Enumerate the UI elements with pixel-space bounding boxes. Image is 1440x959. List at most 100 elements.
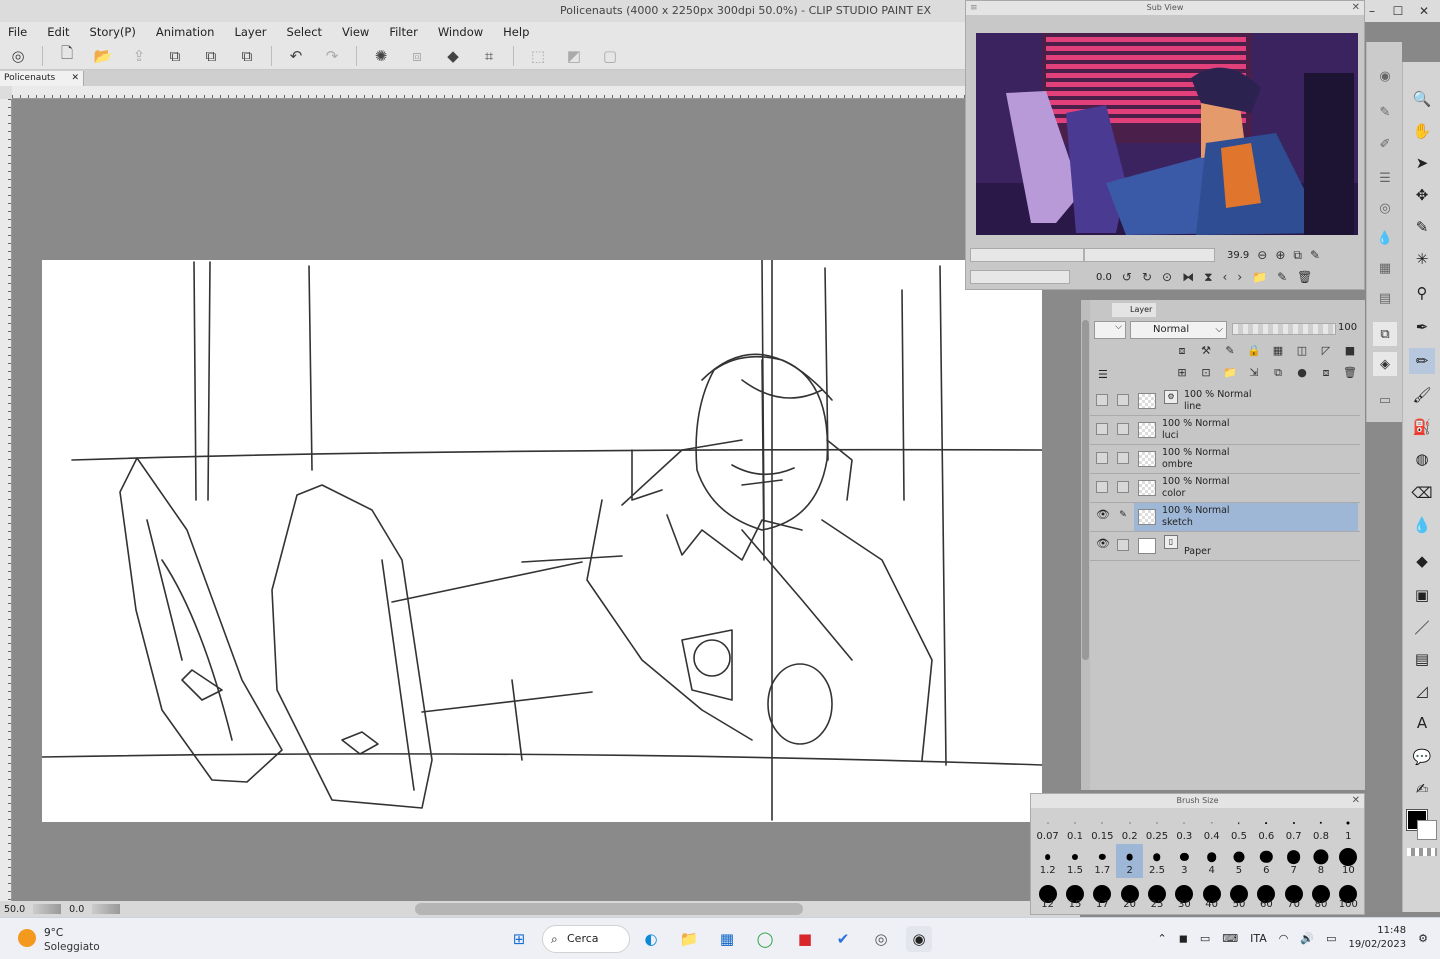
invert-selection-icon[interactable]: ◩	[562, 45, 586, 67]
airbrush-tool-icon[interactable]: ⛽	[1409, 414, 1435, 440]
brush-size-option[interactable]: 4	[1198, 844, 1225, 878]
mask-icon[interactable]: ◫	[1293, 344, 1311, 362]
search-box[interactable]: ⌕ Cerca	[542, 925, 630, 953]
maximize-icon[interactable]: ☐	[1390, 4, 1406, 18]
save-icon[interactable]: ⇪	[127, 45, 151, 67]
brush-size-option[interactable]: 1.2	[1034, 844, 1061, 878]
wifi-icon[interactable]: ◠	[1279, 932, 1289, 945]
zoom-out-icon[interactable]: ⊖	[1257, 248, 1267, 262]
edit-toggle[interactable]	[1117, 423, 1129, 435]
undo-icon[interactable]: ↶	[284, 45, 308, 67]
layer-color-icon[interactable]: ■	[1341, 344, 1359, 362]
fill-tool-icon[interactable]: ◆	[1409, 548, 1435, 574]
pen-edit-icon[interactable]: ✎	[1117, 510, 1129, 522]
background-color[interactable]	[1417, 820, 1437, 840]
previous-icon[interactable]: ‹	[1223, 270, 1228, 284]
reference-layer-icon[interactable]: ⚒	[1197, 344, 1215, 362]
store-icon[interactable]: ▦	[714, 926, 740, 952]
rotation-slider[interactable]	[92, 904, 121, 914]
transfer-down-icon[interactable]: ⇲	[1245, 366, 1263, 384]
layer-row-ombre[interactable]: 100 % Normal ombre	[1090, 445, 1360, 474]
language-indicator[interactable]: ITA	[1250, 932, 1267, 945]
navigator-icon[interactable]: ◉	[1373, 64, 1397, 88]
new-file-icon[interactable]: 🗋	[55, 44, 79, 67]
ruler-icon[interactable]: ◸	[1317, 344, 1335, 362]
close-tab-icon[interactable]: ✕	[71, 71, 79, 86]
notification-icon[interactable]: ⚙	[1418, 932, 1428, 945]
brush-size-header[interactable]: Brush Size ✕	[1031, 794, 1364, 808]
horizontal-scrollbar[interactable]	[415, 903, 803, 915]
battery-icon[interactable]: ▭	[1326, 932, 1336, 945]
sub-view-zoom-value[interactable]: 39.9	[1227, 250, 1249, 261]
menu-story[interactable]: Story(P)	[90, 25, 136, 39]
opacity-slider[interactable]	[1232, 323, 1336, 335]
brush-size-option[interactable]: 2.5	[1143, 844, 1170, 878]
tool-property-icon[interactable]: ✎	[1373, 100, 1397, 124]
visibility-toggle[interactable]	[1096, 452, 1108, 464]
brush-size-option[interactable]: 1.7	[1089, 844, 1116, 878]
hand-tool-icon[interactable]: ✋	[1409, 118, 1435, 144]
brush-size-option[interactable]: 1	[1335, 810, 1362, 844]
horizontal-ruler[interactable]	[12, 86, 965, 99]
apply-mask-icon[interactable]: ⧈	[1317, 366, 1335, 384]
visibility-toggle[interactable]	[1096, 481, 1108, 493]
menu-animation[interactable]: Animation	[156, 25, 215, 39]
merge-down-icon[interactable]: ⧉	[1269, 366, 1287, 384]
visibility-toggle[interactable]	[1096, 394, 1108, 406]
edit-toggle[interactable]	[1117, 452, 1129, 464]
layer-row-line[interactable]: ⚙ 100 % Normal line	[1090, 387, 1360, 416]
rotate-right-icon[interactable]: ↻	[1142, 270, 1152, 284]
ruler-tool-icon[interactable]: ◿	[1409, 678, 1435, 704]
decoration-tool-icon[interactable]: ◍	[1409, 446, 1435, 472]
sub-view-header[interactable]: ≡ Sub View ✕	[966, 1, 1364, 15]
close-icon[interactable]: ✕	[1416, 4, 1432, 18]
delete-icon[interactable]: 🗑	[1297, 270, 1312, 284]
new-raster-layer-icon[interactable]: ⊞	[1173, 366, 1191, 384]
brush-size-option[interactable]: 10	[1335, 844, 1362, 878]
new-vector-layer-icon[interactable]: ⊡	[1197, 366, 1215, 384]
brush-size-option[interactable]: 8	[1307, 844, 1334, 878]
grip-icon[interactable]: ≡	[970, 1, 978, 15]
edit-toggle[interactable]	[1117, 394, 1129, 406]
brush-size-option[interactable]: 6	[1253, 844, 1280, 878]
selection-border-icon[interactable]: ▢	[598, 45, 622, 67]
layer-row-luci[interactable]: 100 % Normal luci	[1090, 416, 1360, 445]
brush-size-option[interactable]: 7	[1280, 844, 1307, 878]
frame-tool-icon[interactable]: ▤	[1409, 646, 1435, 672]
brush-size-option[interactable]: 17	[1089, 878, 1116, 912]
edit-icon[interactable]: ✎	[1277, 270, 1287, 284]
reference-image[interactable]	[976, 33, 1358, 235]
layer-info[interactable]: ⚙ 100 % Normal line	[1134, 387, 1358, 415]
lock-icon[interactable]: 🔒	[1245, 344, 1263, 362]
brush-size-option[interactable]: 0.07	[1034, 810, 1061, 844]
layer-menu-icon[interactable]: ☰	[1098, 368, 1108, 381]
eye-icon[interactable]: 👁	[1096, 538, 1110, 551]
tray-monitor-icon[interactable]: ▭	[1200, 932, 1210, 945]
clip-icon[interactable]: ⧈	[1173, 344, 1191, 362]
color-set-icon[interactable]: 💧	[1373, 226, 1397, 250]
fill-icon[interactable]: ◆	[441, 45, 465, 67]
next-icon[interactable]: ›	[1237, 270, 1242, 284]
todo-icon[interactable]: ✔	[830, 926, 856, 952]
loading-icon[interactable]: ✺	[369, 45, 393, 67]
clip-studio-icon[interactable]: ◎	[6, 45, 30, 67]
brush-size-option[interactable]: 5	[1225, 844, 1252, 878]
text-tool-icon[interactable]: A	[1409, 710, 1435, 736]
layer-info[interactable]: 100 % Normal sketch	[1134, 503, 1358, 531]
brush-size-option[interactable]: 2	[1116, 844, 1144, 878]
menu-edit[interactable]: Edit	[47, 25, 69, 39]
clock[interactable]: 11:48 19/02/2023	[1348, 924, 1406, 952]
delete-layer-icon[interactable]: 🗑	[1341, 366, 1359, 384]
brush-size-option[interactable]: 60	[1253, 878, 1280, 912]
brush-size-option[interactable]: 25	[1143, 878, 1170, 912]
create-mask-icon[interactable]: ●	[1293, 366, 1311, 384]
layer-tab[interactable]: Layer	[1112, 303, 1156, 317]
brush-size-option[interactable]: 80	[1307, 878, 1334, 912]
edge-browser-icon[interactable]: ◐	[638, 926, 664, 952]
blend-mode-select[interactable]: Normal ⌵	[1130, 321, 1227, 339]
operation-tool-icon[interactable]: ➤	[1409, 150, 1435, 176]
brush-size-option[interactable]: 0.15	[1089, 810, 1116, 844]
blend-tool-icon[interactable]: 💧	[1409, 512, 1435, 538]
export-duplicate-icon[interactable]: ⧉	[235, 45, 259, 67]
pencil-tool-icon[interactable]: ✏	[1409, 348, 1435, 374]
